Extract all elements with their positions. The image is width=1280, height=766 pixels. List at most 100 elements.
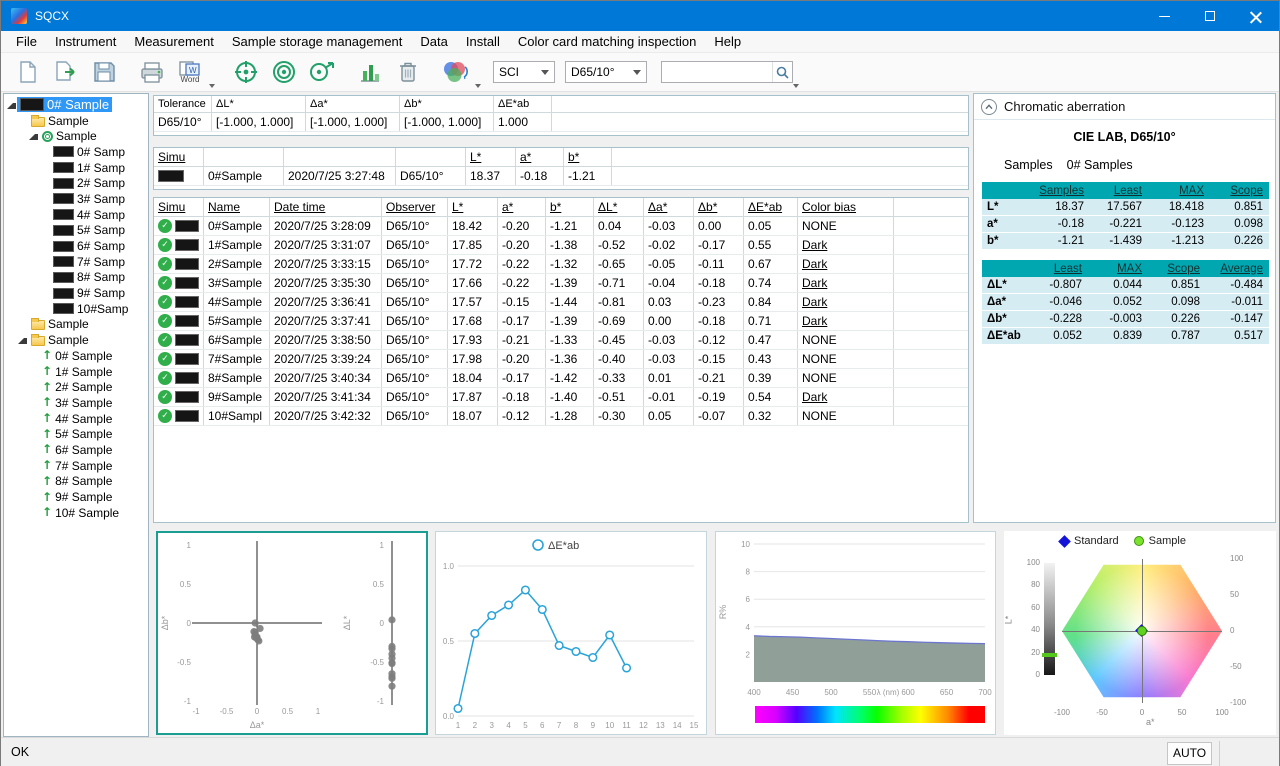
toolbar-group-caret-icon[interactable] (209, 84, 215, 88)
auto-button[interactable]: AUTO (1167, 742, 1212, 765)
toolbar-group-caret-icon[interactable] (475, 84, 481, 88)
header-label[interactable]: Color bias (802, 200, 856, 214)
color-bias-link[interactable]: Dark (802, 257, 827, 271)
results-cell: 2020/7/25 3:37:41 (270, 312, 382, 330)
tree-item[interactable]: 10#Samp (4, 301, 148, 317)
tree-item[interactable]: ↑2# Sample (4, 379, 148, 395)
menu-item-measurement[interactable]: Measurement (125, 32, 222, 51)
tree-item[interactable]: ↑8# Sample (4, 474, 148, 490)
close-button[interactable] (1233, 1, 1279, 31)
export-word-button[interactable]: W Word (171, 54, 209, 90)
search-icon[interactable] (772, 62, 792, 82)
tree-item[interactable]: ↑0# Sample (4, 348, 148, 364)
delta-scatter-chart-panel[interactable]: -1-1-0.5-0.5000.50.511Δb*Δa*ΔL*-1-0.500.… (156, 531, 428, 735)
color-bias-link[interactable]: Dark (802, 295, 827, 309)
reflectance-chart-panel[interactable]: 246810R%400450500550600650700λ (nm) (715, 531, 996, 735)
standard-header-cell (396, 148, 466, 166)
header-label[interactable]: Date time (274, 200, 325, 214)
header-label[interactable]: L* (452, 200, 463, 214)
new-document-button[interactable] (9, 54, 47, 90)
collapse-button[interactable] (981, 99, 997, 115)
copy-report-button[interactable] (133, 54, 171, 90)
tree-item[interactable]: ↑9# Sample (4, 489, 148, 505)
tree-item[interactable]: 6# Samp (4, 238, 148, 254)
tree-item[interactable]: ↑7# Sample (4, 458, 148, 474)
tree-item[interactable]: Sample (4, 317, 148, 333)
tree-item[interactable]: Sample (4, 128, 148, 144)
tree-item[interactable]: ↑3# Sample (4, 395, 148, 411)
menu-item-help[interactable]: Help (705, 32, 750, 51)
menu-item-install[interactable]: Install (457, 32, 509, 51)
menu-item-data[interactable]: Data (411, 32, 456, 51)
tree-node: Sample (28, 113, 92, 128)
delete-button[interactable] (389, 54, 427, 90)
color-bias-link[interactable]: Dark (802, 314, 827, 328)
status-divider (1219, 741, 1220, 766)
results-cell: 2020/7/25 3:41:34 (270, 388, 382, 406)
search-box[interactable] (661, 61, 793, 83)
tree-item[interactable]: ↑1# Sample (4, 364, 148, 380)
tree-node: ↑3# Sample (39, 395, 115, 410)
header-label[interactable]: a* (502, 200, 513, 214)
expand-icon[interactable] (18, 338, 27, 344)
tree-item[interactable]: ↑10# Sample (4, 505, 148, 521)
stat-value-cell: 0.851 (1210, 199, 1269, 215)
tree-item[interactable]: 0# Sample (4, 97, 148, 113)
color-management-button[interactable] (437, 54, 475, 90)
lab-colorwheel-panel[interactable]: Standard Sample L* 100806040200 100500-5… (1004, 531, 1276, 735)
sci-sce-select[interactable]: SCI (493, 61, 555, 83)
menu-item-color-card-matching-inspection[interactable]: Color card matching inspection (509, 32, 705, 51)
standard-header-label[interactable]: a* (520, 150, 531, 164)
tree-item[interactable]: 7# Samp (4, 254, 148, 270)
tree-item[interactable]: ↑5# Sample (4, 426, 148, 442)
header-label[interactable]: ΔE*ab (748, 200, 782, 214)
header-label[interactable]: Name (208, 200, 240, 214)
stat-header-cell: Scope (1210, 182, 1269, 199)
expand-icon[interactable] (7, 103, 16, 109)
white-calibration-button[interactable] (265, 54, 303, 90)
expand-icon[interactable] (29, 134, 38, 140)
tree-item[interactable]: 4# Samp (4, 207, 148, 223)
tree-item[interactable]: Sample (4, 332, 148, 348)
tree-item[interactable]: 9# Samp (4, 285, 148, 301)
tree-item[interactable]: 2# Samp (4, 175, 148, 191)
save-button[interactable] (85, 54, 123, 90)
tree-item[interactable]: 0# Samp (4, 144, 148, 160)
tree-item[interactable]: 1# Samp (4, 160, 148, 176)
maximize-button[interactable] (1187, 1, 1233, 31)
color-bias-link[interactable]: Dark (802, 238, 827, 252)
standard-header-label[interactable]: b* (568, 150, 579, 164)
menu-item-sample-storage-management[interactable]: Sample storage management (223, 32, 412, 51)
header-label[interactable]: Simu (158, 200, 185, 214)
sample-marker-icon (1134, 536, 1144, 546)
tree-item[interactable]: 8# Samp (4, 270, 148, 286)
svg-text:4: 4 (506, 721, 511, 730)
color-bias-link[interactable]: Dark (802, 276, 827, 290)
tree-item[interactable]: 5# Samp (4, 223, 148, 239)
chart-button[interactable] (351, 54, 389, 90)
tree-item[interactable]: Sample (4, 113, 148, 129)
menu-item-instrument[interactable]: Instrument (46, 32, 125, 51)
standard-header-label[interactable]: Simu (158, 150, 185, 164)
header-label[interactable]: Δa* (648, 200, 667, 214)
tree-item[interactable]: 3# Samp (4, 191, 148, 207)
toolbar-group-caret-icon[interactable] (793, 84, 799, 88)
menu-item-file[interactable]: File (7, 32, 46, 51)
color-bias-link[interactable]: Dark (802, 390, 827, 404)
measure-button[interactable] (303, 54, 341, 90)
header-label[interactable]: Δb* (698, 200, 717, 214)
delta-e-line-chart-panel[interactable]: ΔE*ab0.00.51.0123456789101112131415 (435, 531, 707, 735)
tree-item[interactable]: ↑4# Sample (4, 411, 148, 427)
export-button[interactable] (47, 54, 85, 90)
black-calibration-button[interactable] (227, 54, 265, 90)
minimize-button[interactable] (1141, 1, 1187, 31)
header-label[interactable]: ΔL* (598, 200, 617, 214)
tree-item-label: 9# Sample (55, 490, 112, 504)
search-input[interactable] (662, 62, 772, 82)
header-label[interactable]: Observer (386, 200, 435, 214)
standard-header-label[interactable]: L* (470, 150, 481, 164)
header-label[interactable]: b* (550, 200, 561, 214)
illuminant-observer-select[interactable]: D65/10° (565, 61, 647, 83)
results-header-b: Δb* (694, 198, 744, 216)
tree-item[interactable]: ↑6# Sample (4, 442, 148, 458)
